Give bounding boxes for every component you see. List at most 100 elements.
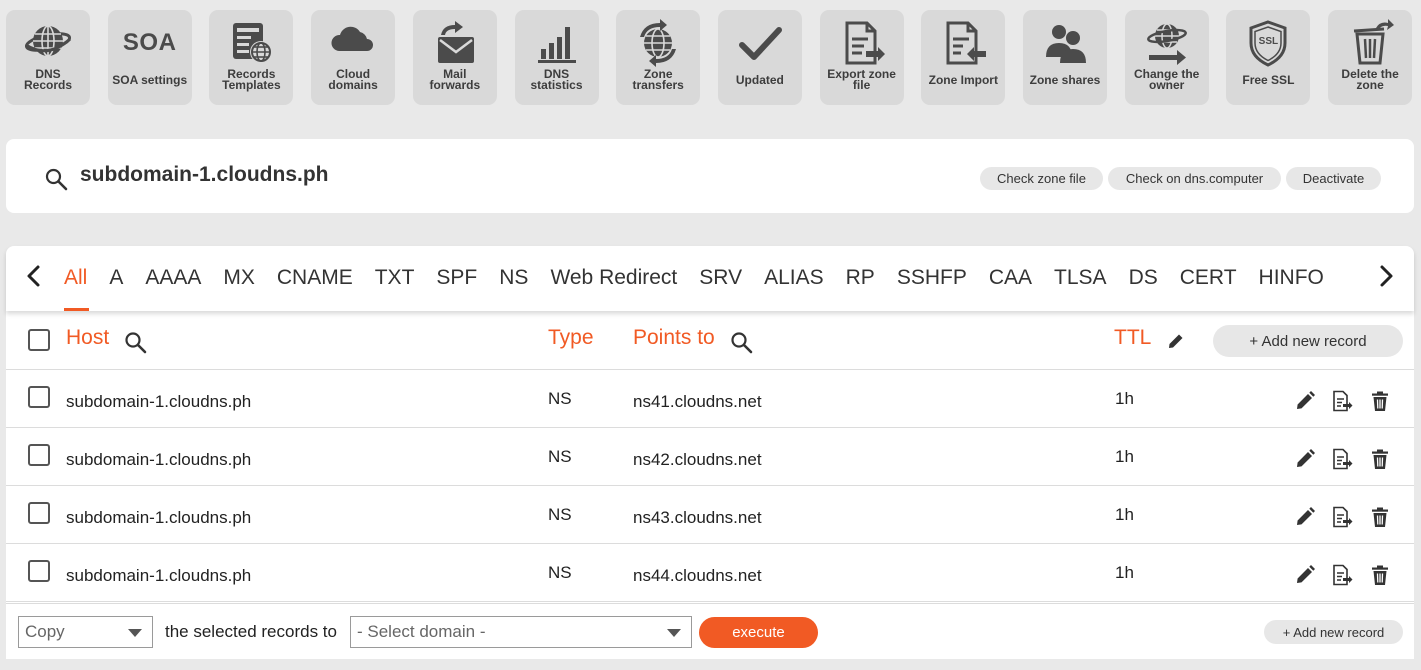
toolbar-label: Free SSL — [1242, 72, 1295, 87]
edit-icon[interactable] — [1294, 506, 1316, 528]
soa-icon-text: SOA — [122, 29, 177, 56]
edit-icon[interactable] — [1294, 564, 1316, 586]
toolbar-label: Delete the zone — [1341, 67, 1399, 92]
chevron-right-icon[interactable] — [1376, 264, 1396, 288]
file-export-icon[interactable] — [1331, 564, 1353, 586]
toolbar-mail-forwards[interactable]: Mail forwards — [412, 10, 497, 105]
toolbar-export-zone-file[interactable]: Export zone file — [819, 10, 904, 105]
caret-down-icon — [667, 629, 681, 637]
toolbar-label: Mail forwards — [429, 67, 481, 92]
tab-aaaa[interactable]: AAAA — [145, 246, 201, 311]
points-to-column-header[interactable]: Points to — [633, 326, 715, 350]
edit-icon[interactable] — [1294, 390, 1316, 412]
action-select-value: Copy — [25, 622, 65, 641]
toolbar-zone-shares[interactable]: Zone shares — [1023, 10, 1107, 105]
table-row: subdomain-1.cloudns.ph NS ns42.cloudns.net… — [6, 428, 1414, 486]
tab-sshfp[interactable]: SSHFP — [897, 246, 967, 311]
add-new-record-button-bottom[interactable]: + Add new record — [1264, 620, 1403, 644]
check-zone-file-button[interactable]: Check zone file — [980, 167, 1103, 190]
toolbar-zone-import[interactable]: Zone Import — [921, 10, 1006, 105]
type-cell: NS — [548, 389, 572, 408]
table-header: Host Type Points to TTL + Add new record — [6, 311, 1414, 370]
bar-chart-icon — [515, 10, 599, 70]
action-select[interactable]: Copy — [18, 616, 153, 648]
tab-ds[interactable]: DS — [1129, 246, 1158, 311]
bulk-actions-bar: Copy the selected records to - Select do… — [6, 603, 1414, 659]
toolbar-free-ssl[interactable]: SSL Free SSL — [1226, 10, 1311, 105]
ttl-cell: 1h — [1115, 563, 1134, 582]
search-icon[interactable] — [124, 331, 148, 355]
cloud-icon — [311, 10, 395, 70]
type-cell: NS — [548, 563, 572, 582]
row-checkbox[interactable] — [28, 386, 50, 408]
row-checkbox[interactable] — [28, 502, 50, 524]
tab-tlsa[interactable]: TLSA — [1054, 246, 1107, 311]
toolbar-dns-statistics[interactable]: DNS statistics — [514, 10, 599, 105]
tab-hinfo[interactable]: HINFO — [1259, 246, 1324, 311]
domain-select-value: - Select domain - — [357, 622, 486, 641]
tab-all[interactable]: All — [64, 246, 90, 311]
trash-icon[interactable] — [1369, 506, 1391, 528]
trash-icon[interactable] — [1369, 448, 1391, 470]
ttl-cell: 1h — [1115, 447, 1134, 466]
tab-mx[interactable]: MX — [223, 246, 255, 311]
file-export-icon[interactable] — [1331, 390, 1353, 412]
tab-ns[interactable]: NS — [499, 246, 528, 311]
toolbar-records-templates[interactable]: Records Templates — [209, 10, 294, 105]
toolbar-updated[interactable]: Updated — [717, 10, 802, 105]
row-checkbox[interactable] — [28, 444, 50, 466]
deactivate-button[interactable]: Deactivate — [1286, 167, 1381, 190]
toolbar-cloud-domains[interactable]: Cloud domains — [311, 10, 396, 105]
caret-down-icon — [128, 629, 142, 637]
zone-name: subdomain-1.cloudns.ph — [80, 163, 329, 186]
type-cell: NS — [548, 505, 572, 524]
points-to-cell: ns44.cloudns.net — [633, 566, 762, 585]
chevron-left-icon[interactable] — [24, 264, 44, 288]
soa-icon: SOA — [108, 10, 192, 70]
pencil-icon[interactable] — [1166, 331, 1186, 351]
ssl-shield-icon: SSL — [1226, 10, 1310, 70]
tab-a[interactable]: A — [109, 246, 123, 311]
toolbar-delete-zone[interactable]: Delete the zone — [1328, 10, 1413, 105]
record-type-tabs: All A AAAA MX CNAME TXT SPF NS Web Redirect SRV AL… — [6, 246, 1414, 311]
file-export-icon[interactable] — [1331, 506, 1353, 528]
trash-icon[interactable] — [1369, 390, 1391, 412]
file-export-icon[interactable] — [1331, 448, 1353, 470]
toolbar-label: Zone Import — [928, 72, 998, 87]
tab-cert[interactable]: CERT — [1180, 246, 1237, 311]
tab-srv[interactable]: SRV — [699, 246, 742, 311]
ttl-cell: 1h — [1115, 389, 1134, 408]
toolbar-label: Cloud domains — [328, 67, 378, 92]
tab-alias[interactable]: ALIAS — [764, 246, 824, 311]
toolbar-soa-settings[interactable]: SOA SOA settings — [107, 10, 192, 105]
toolbar-label: Zone shares — [1029, 72, 1101, 87]
ttl-column-header[interactable]: TTL — [1114, 326, 1151, 350]
domain-select[interactable]: - Select domain - — [350, 616, 692, 648]
toolbar-zone-transfers[interactable]: Zone transfers — [616, 10, 701, 105]
add-new-record-button[interactable]: + Add new record — [1213, 325, 1403, 357]
row-checkbox[interactable] — [28, 560, 50, 582]
points-to-cell: ns41.cloudns.net — [633, 392, 762, 411]
check-dns-computer-button[interactable]: Check on dns.computer — [1108, 167, 1281, 190]
toolbar-label: SOA settings — [112, 72, 188, 87]
host-column-header[interactable]: Host — [66, 326, 109, 350]
tab-web-redirect[interactable]: Web Redirect — [550, 246, 677, 311]
tab-txt[interactable]: TXT — [375, 246, 415, 311]
toolbar-change-owner[interactable]: Change the owner — [1124, 10, 1209, 105]
tab-cname[interactable]: CNAME — [277, 246, 353, 311]
tab-spf[interactable]: SPF — [436, 246, 477, 311]
type-column-header[interactable]: Type — [548, 326, 594, 350]
trash-icon[interactable] — [1369, 564, 1391, 586]
search-icon[interactable] — [730, 331, 754, 355]
execute-button[interactable]: execute — [699, 617, 818, 648]
tab-caa[interactable]: CAA — [989, 246, 1032, 311]
host-cell: subdomain-1.cloudns.ph — [66, 508, 252, 527]
search-icon[interactable] — [44, 167, 68, 191]
trash-icon — [1328, 10, 1412, 70]
tab-rp[interactable]: RP — [846, 246, 875, 311]
toolbar-label: Change the owner — [1134, 67, 1200, 92]
toolbar-dns-records[interactable]: DNS Records — [6, 10, 90, 105]
host-cell: subdomain-1.cloudns.ph — [66, 450, 252, 469]
select-all-checkbox[interactable] — [28, 329, 50, 351]
edit-icon[interactable] — [1294, 448, 1316, 470]
